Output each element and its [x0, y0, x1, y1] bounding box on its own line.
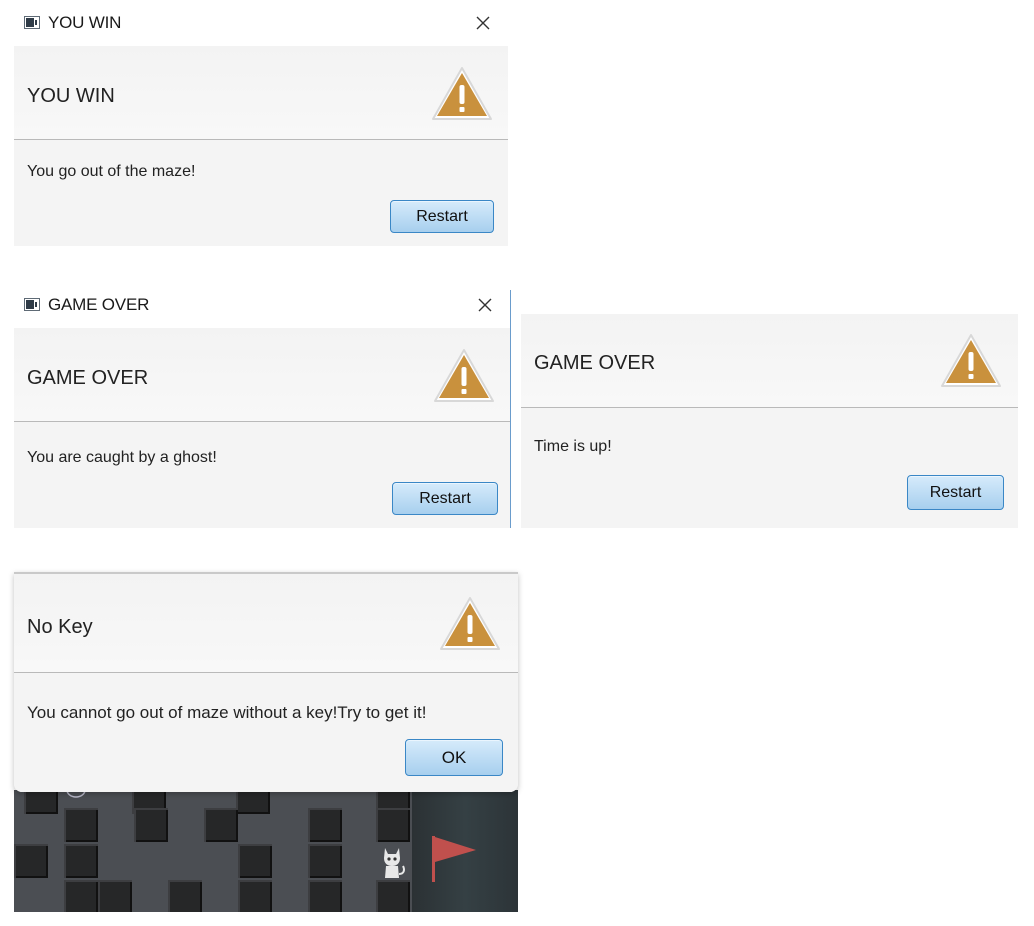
app-window-icon	[24, 298, 40, 311]
header-text: YOU WIN	[27, 85, 115, 107]
maze-wall	[168, 880, 202, 912]
ok-button[interactable]: OK	[405, 739, 503, 776]
game-over-ghost-dialog: GAME OVER GAME OVER You are caught by a …	[14, 282, 510, 528]
window-titlebar[interactable]: GAME OVER	[14, 282, 510, 328]
maze-wall	[204, 808, 238, 842]
warning-triangle-icon	[440, 597, 500, 650]
dialog-message: You are caught by a ghost!	[27, 449, 217, 466]
warning-triangle-icon	[432, 67, 492, 120]
dialog-header: GAME OVER	[14, 328, 510, 422]
dialog-content: Time is up! Restart	[521, 410, 1018, 528]
maze-wall	[64, 880, 98, 912]
header-text: GAME OVER	[534, 352, 656, 374]
warning-triangle-icon	[941, 334, 1001, 387]
close-icon[interactable]	[474, 294, 496, 316]
maze-game-view	[14, 790, 518, 912]
dialog-header: GAME OVER	[521, 314, 1018, 408]
dialog-message: You go out of the maze!	[27, 163, 196, 180]
maze-wall	[376, 808, 410, 842]
maze-wall	[238, 880, 272, 912]
restart-button[interactable]: Restart	[390, 200, 494, 233]
dialog-message: Time is up!	[534, 438, 612, 455]
dialog-header: YOU WIN	[14, 46, 508, 140]
game-over-time-dialog: GAME OVER Time is up! Restart	[521, 314, 1018, 528]
window-titlebar[interactable]: YOU WIN	[14, 0, 508, 46]
close-icon[interactable]	[472, 12, 494, 34]
no-key-dialog: No Key You cannot go out of maze without…	[14, 572, 518, 792]
warning-triangle-icon	[434, 349, 494, 402]
red-flag-icon	[432, 836, 476, 882]
maze-wall	[134, 808, 168, 842]
maze-wall	[64, 844, 98, 878]
restart-button[interactable]: Restart	[907, 475, 1004, 510]
maze-wall	[376, 880, 410, 912]
maze-wall	[64, 808, 98, 842]
window-title: YOU WIN	[48, 13, 122, 32]
dialog-content: You are caught by a ghost! Restart	[14, 422, 510, 528]
maze-wall	[308, 880, 342, 912]
maze-wall	[98, 880, 132, 912]
header-text: GAME OVER	[27, 367, 149, 389]
cat-player-icon	[384, 848, 405, 878]
dialog-content: You cannot go out of maze without a key!…	[14, 673, 518, 792]
dialog-content: You go out of the maze! Restart	[14, 140, 508, 246]
window-title: GAME OVER	[48, 295, 150, 314]
window-divider	[510, 290, 511, 528]
maze-wall	[308, 808, 342, 842]
maze-wall	[14, 844, 48, 878]
dialog-header: No Key	[14, 574, 518, 673]
header-text: No Key	[27, 616, 93, 638]
you-win-dialog: YOU WIN YOU WIN You go out of the maze! …	[14, 0, 508, 246]
maze-wall	[236, 790, 270, 814]
dialog-message: You cannot go out of maze without a key!…	[27, 703, 427, 722]
app-window-icon	[24, 16, 40, 29]
maze-wall	[24, 790, 58, 814]
maze-wall	[238, 844, 272, 878]
restart-button[interactable]: Restart	[392, 482, 498, 515]
maze-wall	[308, 844, 342, 878]
